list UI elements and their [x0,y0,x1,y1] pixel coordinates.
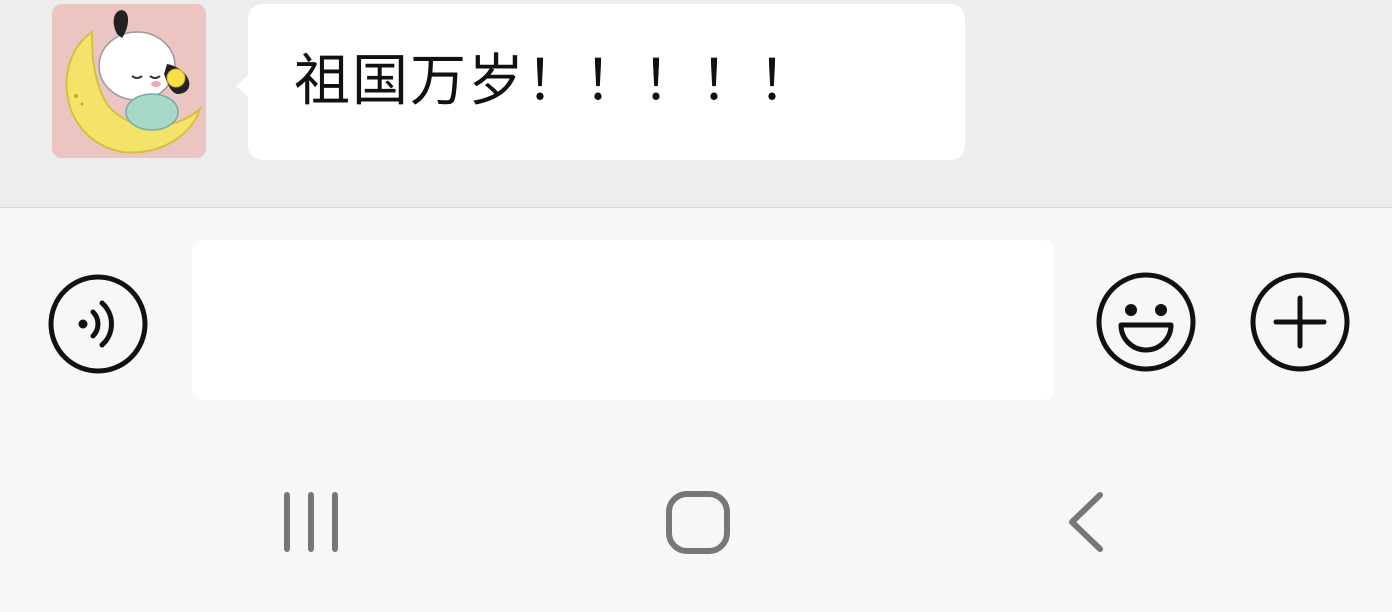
nav-bar [0,433,1392,612]
bubble-tail [236,74,249,98]
message-text: 祖国万岁！！！！！ [294,49,816,114]
avatar[interactable] [52,4,206,158]
back-icon[interactable] [1060,489,1112,555]
home-icon[interactable] [664,489,736,555]
emoji-icon[interactable] [1094,270,1198,374]
plus-icon[interactable] [1248,270,1352,374]
recents-icon[interactable] [278,489,348,555]
message-input[interactable] [192,240,1054,400]
pochacco-moon-avatar-icon [52,4,206,158]
chat-area: 祖国万岁！！！！！ [0,0,1392,207]
message-bubble[interactable]: 祖国万岁！！！！！ [236,4,965,160]
voice-icon[interactable] [46,272,150,376]
input-bar [0,208,1392,433]
